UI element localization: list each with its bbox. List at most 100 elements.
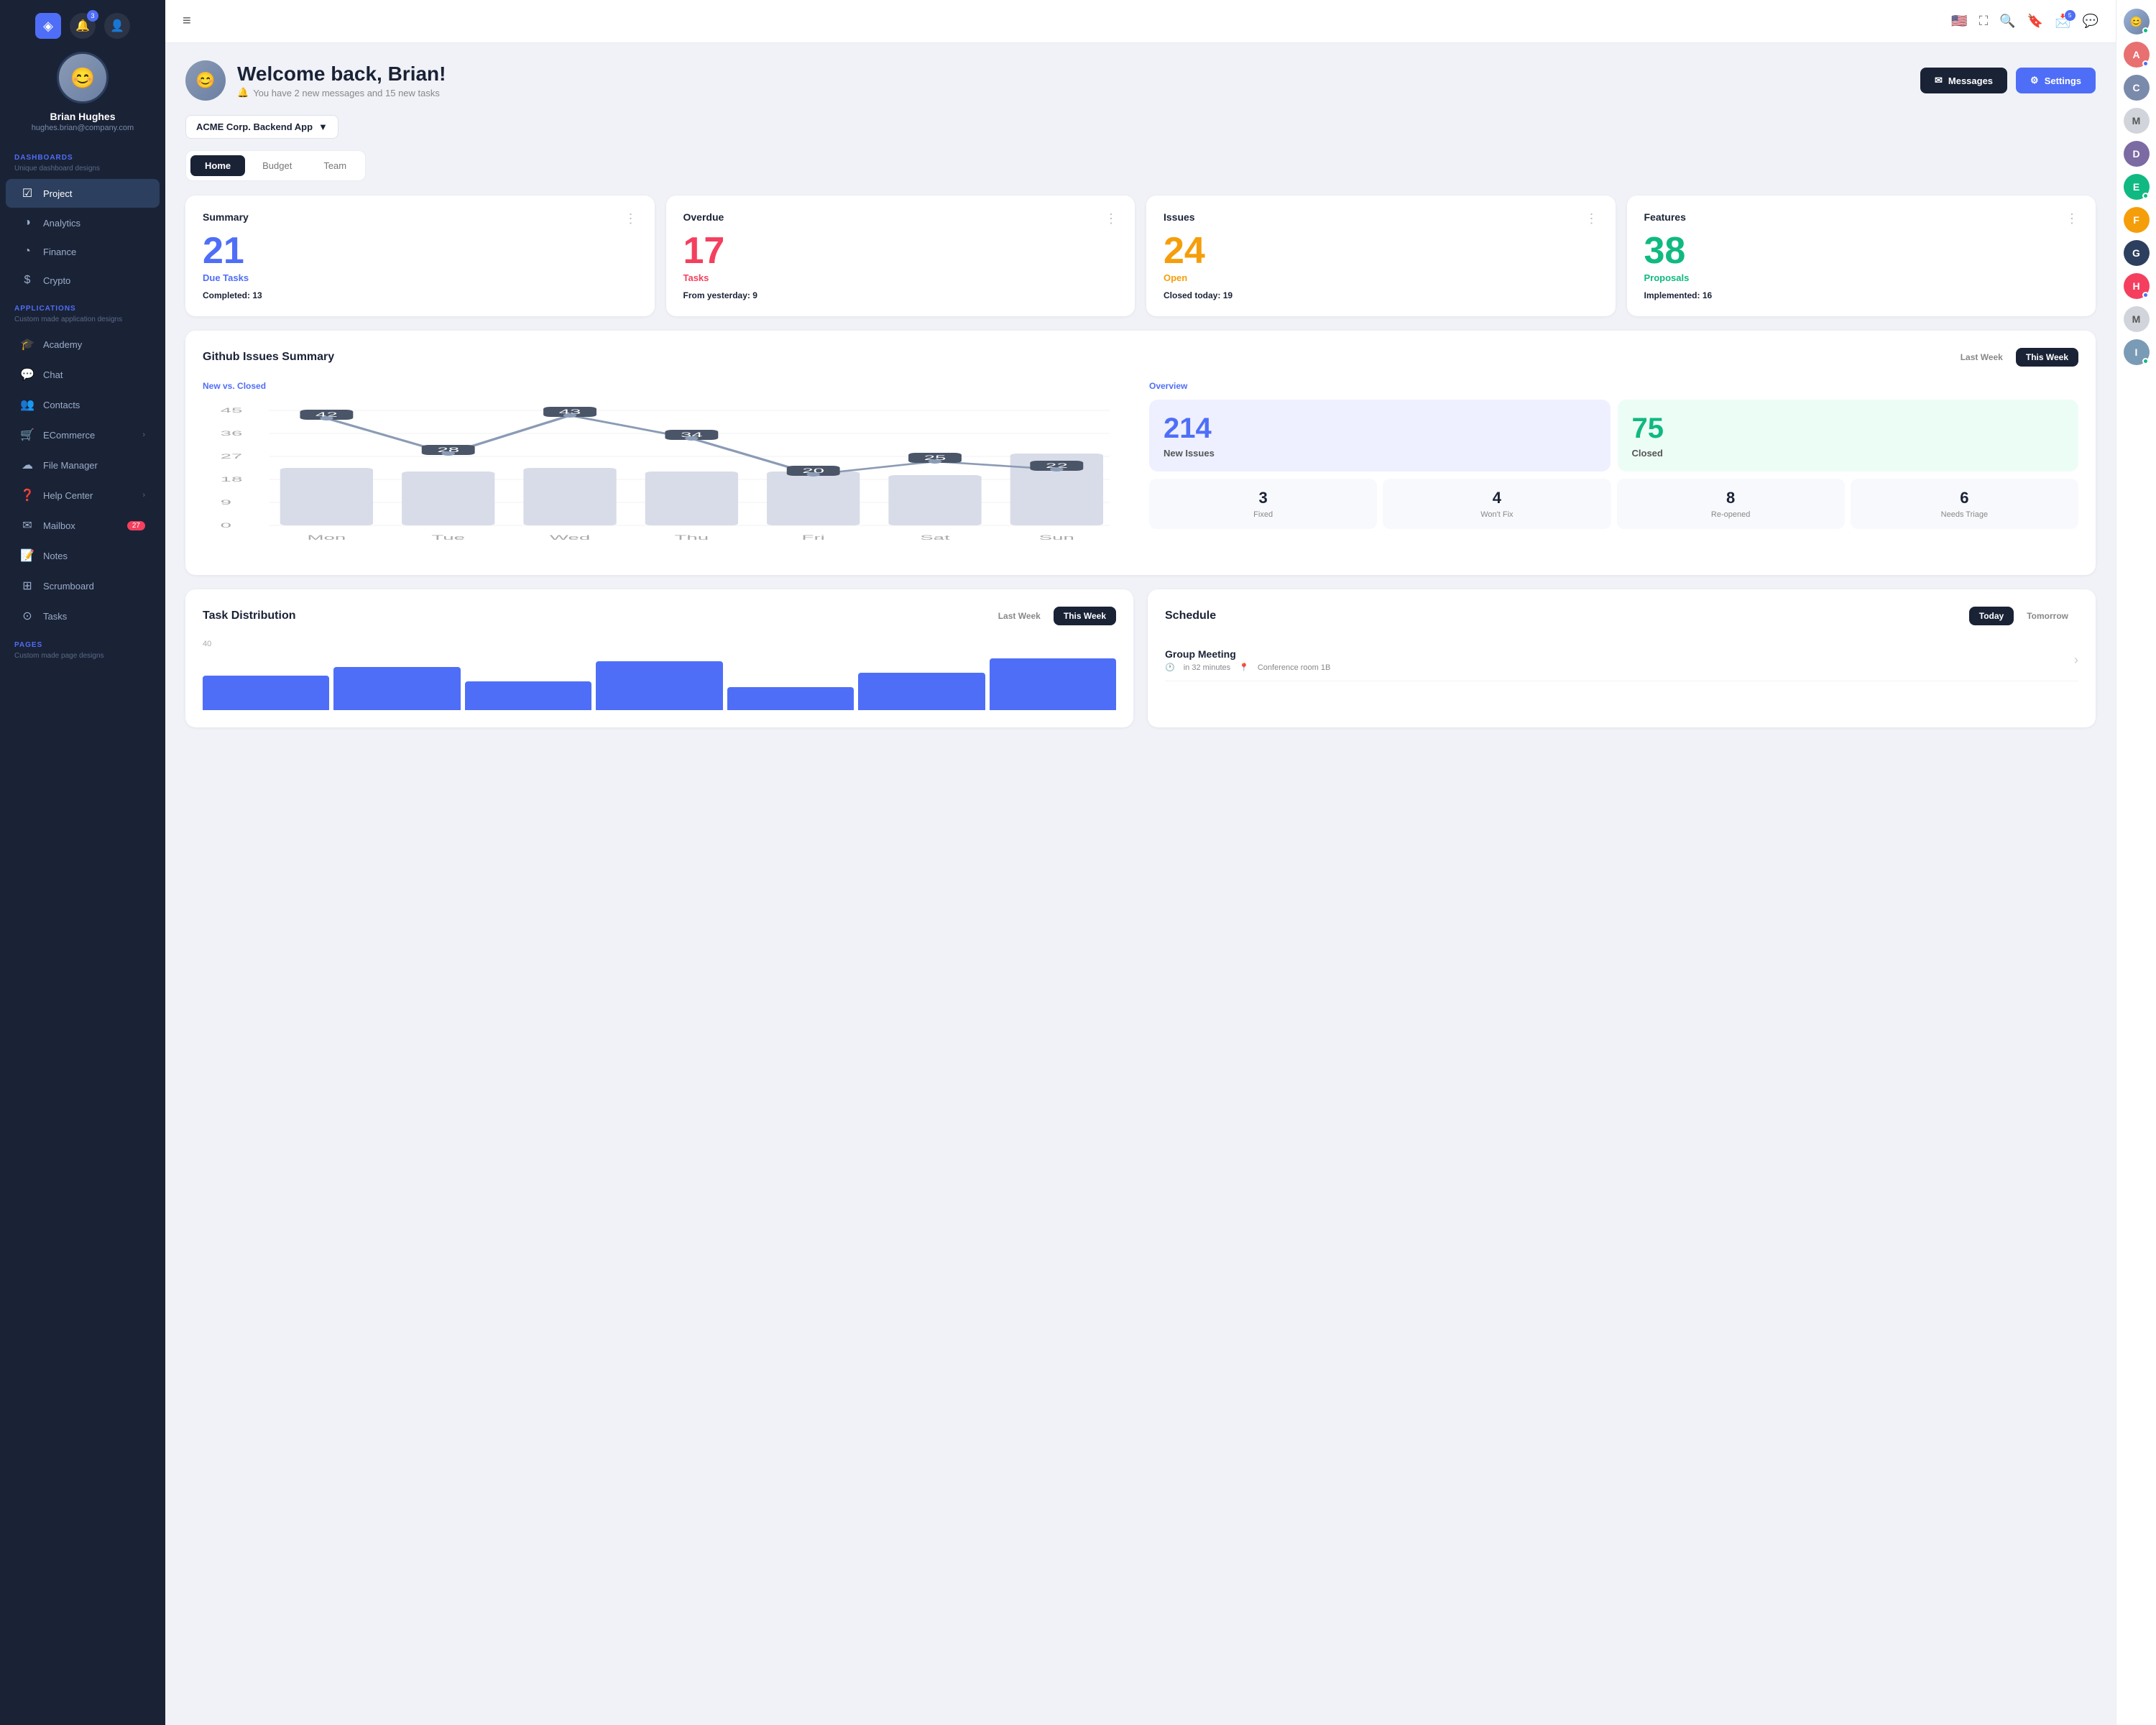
sidebar-item-analytics[interactable]: ◑ Analytics <box>6 209 160 236</box>
wontfix-label: Won't Fix <box>1393 510 1600 519</box>
notifications-icon[interactable]: 🔔 3 <box>70 13 96 39</box>
user-name: Brian Hughes <box>50 111 115 122</box>
header-subtitle: 🔔 You have 2 new messages and 15 new tas… <box>237 87 446 98</box>
settings-button[interactable]: ⚙ Settings <box>2016 68 2096 93</box>
finance-icon: ◔ <box>20 245 34 258</box>
stat-overdue-type: Tasks <box>683 272 1118 283</box>
applications-section-sub: Custom made application designs <box>0 316 165 329</box>
sidebar-item-scrumboard[interactable]: ⊞ Scrumboard <box>6 571 160 600</box>
svg-text:Wed: Wed <box>550 534 590 541</box>
bookmark-icon[interactable]: 🔖 <box>2027 14 2043 29</box>
bar-sat <box>858 673 985 710</box>
messages-button[interactable]: ✉ Messages <box>1920 68 2007 93</box>
user-profile-icon[interactable]: 👤 <box>104 13 130 39</box>
page-title: Welcome back, Brian! <box>237 63 446 86</box>
this-week-btn[interactable]: This Week <box>2016 348 2078 367</box>
sidebar-item-notes[interactable]: 📝 Notes <box>6 541 160 570</box>
task-last-week-btn[interactable]: Last Week <box>988 607 1051 625</box>
hamburger-menu-icon[interactable]: ≡ <box>183 13 191 29</box>
right-avatar-7[interactable]: G <box>2124 240 2150 266</box>
github-week-toggle: Last Week This Week <box>1950 348 2078 367</box>
chevron-right-schedule-icon[interactable]: › <box>2074 653 2078 668</box>
right-avatar-1[interactable]: A <box>2124 42 2150 68</box>
bar-mon <box>203 676 329 710</box>
mailbox-icon: ✉ <box>20 518 34 533</box>
right-panel: 😊 A C M D E F G H M I <box>2116 0 2156 1725</box>
project-label: ACME Corp. Backend App <box>196 121 313 132</box>
task-this-week-btn[interactable]: This Week <box>1054 607 1116 625</box>
stat-features-label: Features <box>1644 211 1686 223</box>
sidebar-item-label: File Manager <box>43 460 98 471</box>
chart-container: 45 36 27 18 9 0 <box>203 400 1132 558</box>
stat-issues-footer: Closed today: 19 <box>1164 290 1598 300</box>
right-avatar-9[interactable]: M <box>2124 306 2150 332</box>
bar-fri <box>727 687 854 710</box>
sidebar-item-mailbox[interactable]: ✉ Mailbox 27 <box>6 511 160 540</box>
sidebar-item-academy[interactable]: 🎓 Academy <box>6 330 160 359</box>
header-text: Welcome back, Brian! 🔔 You have 2 new me… <box>237 63 446 98</box>
right-avatar-10[interactable]: I <box>2124 339 2150 365</box>
svg-text:Fri: Fri <box>802 534 825 541</box>
gear-icon: ⚙ <box>2030 75 2039 86</box>
sidebar-item-ecommerce[interactable]: 🛒 ECommerce › <box>6 420 160 449</box>
messages-icon[interactable]: 📩 5 <box>2055 14 2070 29</box>
fullscreen-icon[interactable]: ⛶ <box>1979 14 1989 29</box>
right-avatar-3[interactable]: M <box>2124 108 2150 134</box>
bell-icon: 🔔 <box>237 87 249 98</box>
project-selector[interactable]: ACME Corp. Backend App ▼ <box>185 115 338 139</box>
tab-budget[interactable]: Budget <box>248 155 306 176</box>
sidebar-item-label: Analytics <box>43 218 80 229</box>
tab-home[interactable]: Home <box>190 155 245 176</box>
chevron-down-icon: ▼ <box>318 121 328 132</box>
github-content: New vs. Closed 45 36 27 18 9 0 <box>203 381 2078 558</box>
sidebar-item-label: Tasks <box>43 611 67 622</box>
sidebar-item-label: Project <box>43 188 72 199</box>
sidebar-item-tasks[interactable]: ⊙ Tasks <box>6 602 160 630</box>
messages-badge: 5 <box>2065 10 2076 21</box>
bottom-grid: Task Distribution Last Week This Week 40 <box>185 589 2096 727</box>
academy-icon: 🎓 <box>20 337 34 351</box>
stat-summary-menu[interactable]: ⋮ <box>625 211 637 226</box>
sidebar-item-filemanager[interactable]: ☁ File Manager <box>6 451 160 479</box>
last-week-btn[interactable]: Last Week <box>1950 348 2013 367</box>
sidebar-item-contacts[interactable]: 👥 Contacts <box>6 390 160 419</box>
mini-stat-fixed: 3 Fixed <box>1149 479 1377 529</box>
right-avatar-2[interactable]: C <box>2124 75 2150 101</box>
pages-section-label: PAGES <box>0 631 165 652</box>
stat-overdue-footer: From yesterday: 9 <box>683 290 1118 300</box>
right-avatar-6[interactable]: F <box>2124 207 2150 233</box>
new-issues-card: 214 New Issues <box>1149 400 1611 472</box>
sidebar-item-label: Finance <box>43 247 76 257</box>
flag-icon[interactable]: 🇺🇸 <box>1951 14 1967 29</box>
stat-features-menu[interactable]: ⋮ <box>2065 211 2078 226</box>
sidebar-item-helpcenter[interactable]: ❓ Help Center › <box>6 481 160 510</box>
bar-sun <box>990 658 1116 710</box>
sidebar-item-chat[interactable]: 💬 Chat <box>6 360 160 389</box>
online-indicator-10 <box>2142 358 2149 364</box>
task-bar-chart <box>203 653 1116 710</box>
right-avatar-4[interactable]: D <box>2124 141 2150 167</box>
app-logo-icon[interactable]: ◈ <box>35 13 61 39</box>
right-avatar-8[interactable]: H <box>2124 273 2150 299</box>
avatar: 😊 <box>57 52 109 104</box>
right-avatar-0[interactable]: 😊 <box>2124 9 2150 34</box>
right-avatar-5[interactable]: E <box>2124 174 2150 200</box>
search-icon[interactable]: 🔍 <box>1999 14 2015 29</box>
tab-team[interactable]: Team <box>309 155 361 176</box>
project-icon: ☑ <box>20 186 34 201</box>
stat-overdue-menu[interactable]: ⋮ <box>1105 211 1118 226</box>
stat-issues-menu[interactable]: ⋮ <box>1585 211 1598 226</box>
tomorrow-btn[interactable]: Tomorrow <box>2017 607 2078 625</box>
sidebar-item-finance[interactable]: ◔ Finance <box>6 238 160 265</box>
notifications-badge: 3 <box>87 10 98 22</box>
ecommerce-icon: 🛒 <box>20 428 34 442</box>
bar-thu <box>596 661 722 710</box>
sidebar-item-crypto[interactable]: $ Crypto <box>6 267 160 294</box>
sidebar-item-label: Scrumboard <box>43 581 94 592</box>
chat-topnav-icon[interactable]: 💬 <box>2083 14 2099 29</box>
sidebar-item-project[interactable]: ☑ Project <box>6 179 160 208</box>
header-buttons: ✉ Messages ⚙ Settings <box>1920 68 2096 93</box>
topnav-actions: 🇺🇸 ⛶ 🔍 🔖 📩 5 💬 <box>1951 14 2099 29</box>
schedule-item: Group Meeting 🕐 in 32 minutes 📍 Conferen… <box>1165 640 2078 681</box>
today-btn[interactable]: Today <box>1969 607 2014 625</box>
